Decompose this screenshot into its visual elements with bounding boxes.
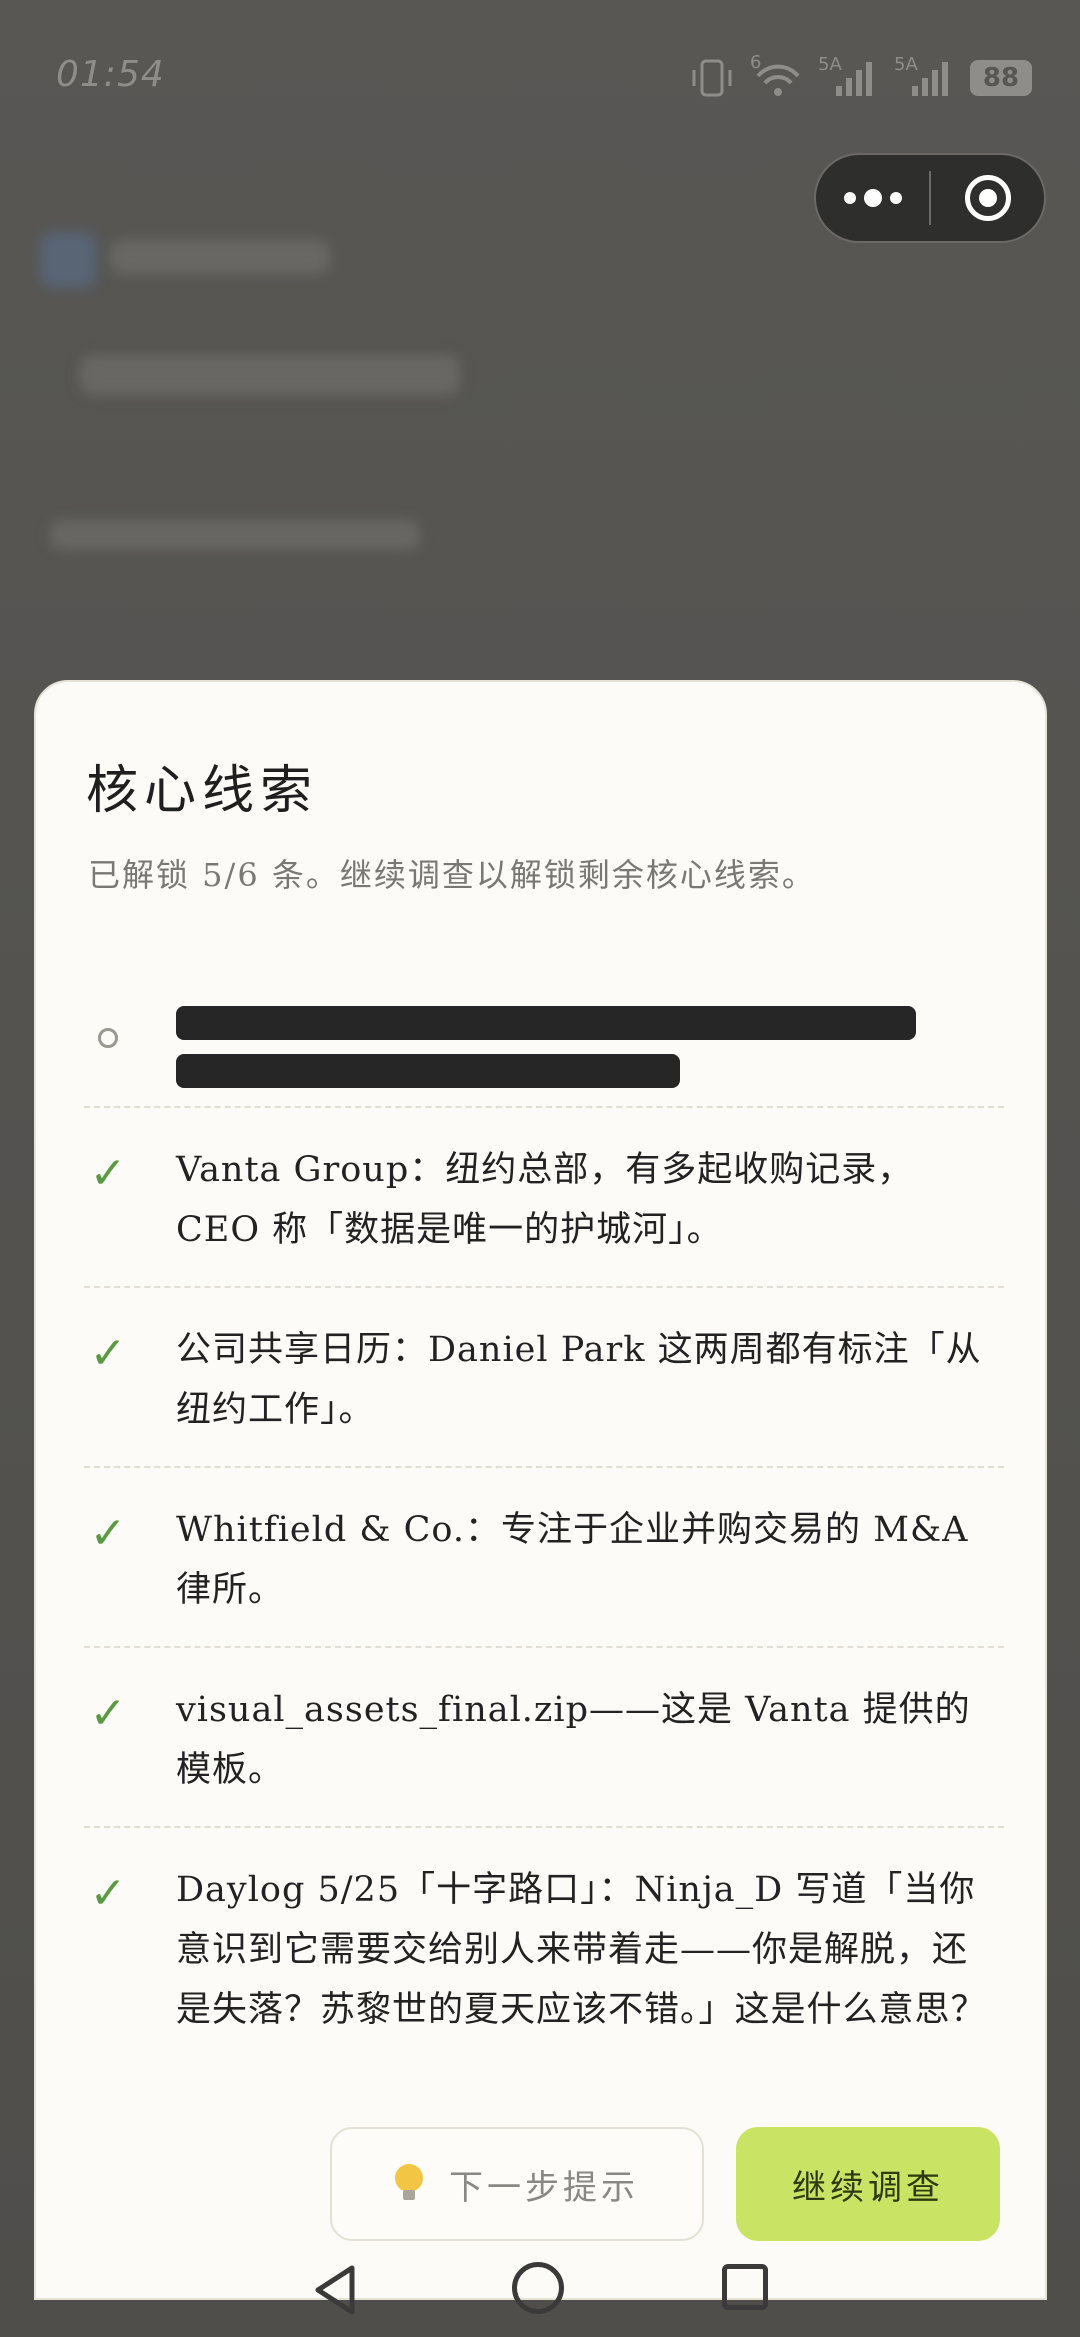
circle-icon [88,1018,128,1058]
redacted-bar [176,1006,916,1040]
wifi-icon: 6 [750,52,802,98]
blurred-line [50,520,420,550]
next-hint-label: 下一步提示 [449,2167,639,2208]
clue-text: 公司共享日历：Daniel Park 这两周都有标注「从纽约工作」。 [176,1330,982,1430]
clue-item: ✓ Whitfield & Co.：专注于企业并购交易的 M&A 律所。 [84,1468,1004,1648]
blurred-title [110,240,330,274]
blurred-avatar [40,232,96,288]
clue-text: Whitfield & Co.：专注于企业并购交易的 M&A 律所。 [176,1510,969,1610]
clue-text: Daylog 5/25「十字路口」：Ninja_D 写道「当你意识到它需要交给别… [176,1870,987,2030]
wifi-label: 6 [750,52,762,73]
back-triangle-icon[interactable] [310,2262,360,2318]
vibrate-icon [692,59,732,97]
battery-icon: 88 [970,60,1032,96]
more-dots-icon[interactable] [816,155,929,241]
check-icon: ✓ [89,1688,127,1739]
clue-item: ✓ 公司共享日历：Daniel Park 这两周都有标注「从纽约工作」。 [84,1288,1004,1468]
clue-item-locked [84,988,1004,1108]
status-bar: 01:54 6 5A 5A 88 [0,0,1080,150]
blurred-line [80,355,460,395]
clue-item: ✓ visual_assets_final.zip——这是 Vanta 提供的模… [84,1648,1004,1828]
continue-label: 继续调查 [792,2167,944,2208]
next-hint-button[interactable]: 下一步提示 [330,2127,704,2241]
status-time: 01:54 [56,54,165,95]
check-icon: ✓ [89,1148,127,1199]
miniprogram-capsule [814,153,1046,243]
check-icon: ✓ [89,1868,127,1919]
signal-label: 5A [818,54,842,75]
recent-square-icon[interactable] [722,2264,768,2310]
check-icon: ✓ [89,1508,127,1559]
check-icon: ✓ [89,1328,127,1379]
clue-text: Vanta Group：纽约总部，有多起收购记录，CEO 称「数据是唯一的护城河… [176,1150,914,1250]
sheet-subtitle: 已解锁 5/6 条。继续调查以解锁剩余核心线索。 [88,856,816,894]
continue-investigation-button[interactable]: 继续调查 [736,2127,1000,2241]
lightbulb-icon [395,2164,423,2204]
clue-text: visual_assets_final.zip——这是 Vanta 提供的模板。 [176,1690,971,1790]
clue-item: ✓ Vanta Group：纽约总部，有多起收购记录，CEO 称「数据是唯一的护… [84,1108,1004,1288]
sheet-title: 核心线索 [86,761,319,821]
signal-label: 5A [894,54,918,75]
home-circle-icon[interactable] [512,2262,564,2314]
close-target-icon[interactable] [931,175,1044,221]
status-icons: 6 5A 5A 88 [690,52,1032,98]
redacted-bar [176,1054,680,1088]
clue-item: ✓ Daylog 5/25「十字路口」：Ninja_D 写道「当你意识到它需要交… [84,1828,1004,2128]
signal-icon: 5A [818,54,878,98]
signal-icon: 5A [894,54,954,98]
clue-sheet: 核心线索 已解锁 5/6 条。继续调查以解锁剩余核心线索。 ✓ Vanta Gr… [34,680,1047,2300]
system-nav-bar [0,2250,1080,2337]
